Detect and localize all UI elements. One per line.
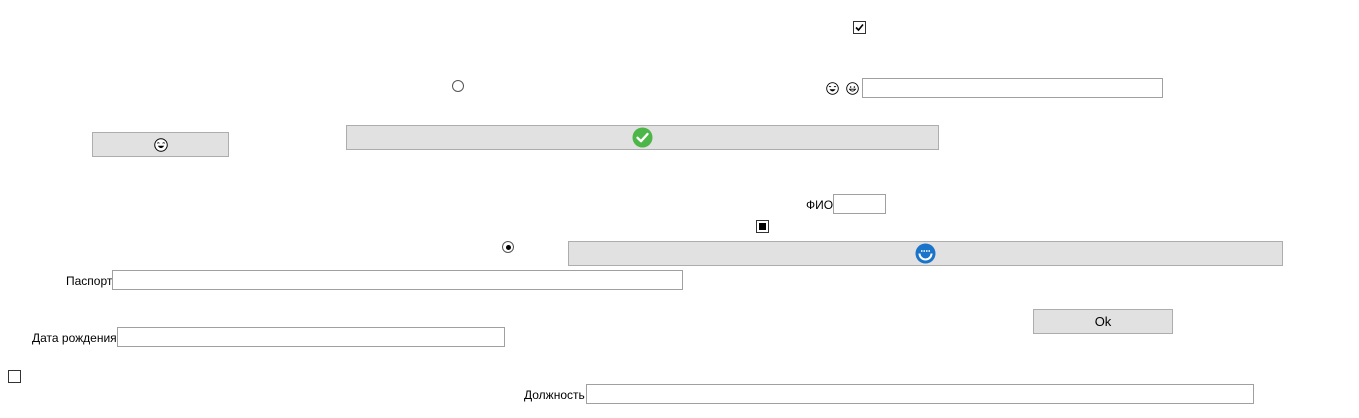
radio-dot <box>505 244 511 250</box>
position-label: Должность <box>524 388 585 402</box>
indeterminate-mark <box>759 223 766 230</box>
laughing-emoji-icon <box>153 137 168 152</box>
refresh-button[interactable] <box>568 241 1283 266</box>
radio-option-upper[interactable] <box>452 80 464 92</box>
laughing-emoji-icon <box>826 82 839 95</box>
passport-label: Паспорт <box>66 274 113 288</box>
emoji-button[interactable] <box>92 132 229 157</box>
ok-button[interactable]: Ok <box>1033 309 1173 334</box>
confirm-button[interactable] <box>346 125 939 150</box>
square-checkbox[interactable] <box>756 220 769 233</box>
radio-option-lower[interactable] <box>502 241 514 253</box>
fio-input[interactable] <box>833 194 886 214</box>
fio-label: ФИО <box>806 198 834 212</box>
refresh-circle-icon <box>915 243 936 264</box>
birthdate-label: Дата рождения <box>32 331 117 345</box>
birthdate-input[interactable] <box>117 327 505 347</box>
position-input[interactable] <box>586 384 1254 404</box>
grinning-emoji-icon <box>846 82 859 95</box>
check-circle-icon <box>632 127 653 148</box>
top-checkbox[interactable] <box>853 21 866 34</box>
top-right-input[interactable] <box>862 78 1163 98</box>
passport-input[interactable] <box>112 270 683 290</box>
bottom-checkbox[interactable] <box>8 370 21 383</box>
checkmark-icon <box>855 23 864 32</box>
